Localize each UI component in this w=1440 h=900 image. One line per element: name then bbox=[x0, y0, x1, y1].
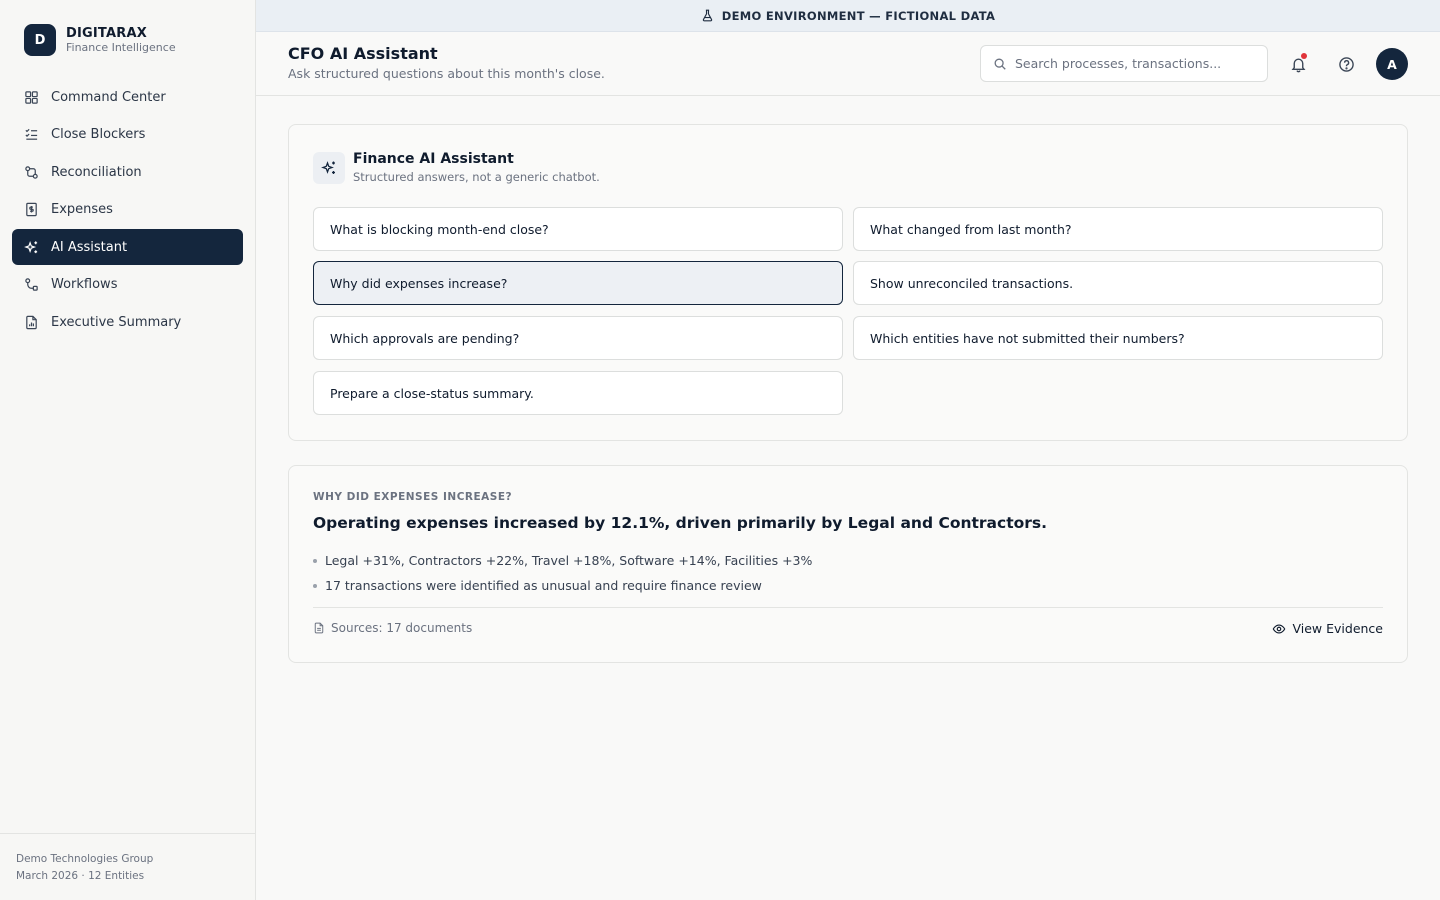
grid-icon bbox=[24, 90, 39, 105]
sidebar-item-label: AI Assistant bbox=[51, 239, 128, 255]
report-icon bbox=[24, 315, 39, 330]
question-button[interactable]: What is blocking month-end close? bbox=[313, 207, 843, 251]
sources-label: Sources: 17 documents bbox=[331, 621, 473, 635]
question-button[interactable]: Which approvals are pending? bbox=[313, 316, 843, 360]
page-title: CFO AI Assistant bbox=[288, 44, 438, 63]
brand-logo: D bbox=[24, 24, 56, 56]
eye-icon bbox=[1273, 623, 1286, 634]
reconcile-icon bbox=[24, 165, 39, 180]
sparkles-icon bbox=[313, 152, 345, 184]
sidebar-item-label: Expenses bbox=[51, 202, 113, 218]
sidebar-item-workflows[interactable]: Workflows bbox=[12, 267, 243, 303]
question-button[interactable]: Show unreconciled transactions. bbox=[853, 261, 1383, 305]
sidebar-nav: Command Center Close Blockers Reconcilia… bbox=[12, 79, 243, 342]
search-icon bbox=[994, 58, 1006, 70]
banner-text: DEMO ENVIRONMENT — FICTIONAL DATA bbox=[721, 8, 996, 23]
assistant-title: Finance AI Assistant bbox=[353, 151, 514, 167]
sidebar-item-label: Reconciliation bbox=[51, 164, 142, 180]
question-button[interactable]: Which entities have not submitted their … bbox=[853, 316, 1383, 360]
bullet-dot bbox=[313, 558, 317, 563]
assistant-subtitle: Structured answers, not a generic chatbo… bbox=[353, 170, 600, 184]
assistant-card: Finance AI Assistant Structured answers,… bbox=[288, 124, 1408, 441]
brand-subtitle: Finance Intelligence bbox=[66, 41, 176, 54]
sparkles-icon bbox=[24, 240, 39, 255]
answer-bullet-text: 17 transactions were identified as unusu… bbox=[325, 578, 762, 593]
answer-bullet: 17 transactions were identified as unusu… bbox=[313, 573, 812, 598]
answer-question-label: WHY DID EXPENSES INCREASE? bbox=[313, 491, 513, 503]
notification-dot bbox=[1301, 53, 1307, 59]
workflow-icon bbox=[24, 277, 39, 292]
sidebar: D DIGITARAX Finance Intelligence Command… bbox=[0, 0, 256, 900]
sidebar-footer: Demo Technologies Group March 2026 · 12 … bbox=[0, 833, 255, 900]
receipt-icon bbox=[24, 202, 39, 217]
company-name: Demo Technologies Group bbox=[16, 853, 154, 865]
sidebar-item-executive-summary[interactable]: Executive Summary bbox=[12, 305, 243, 341]
sidebar-item-reconciliation[interactable]: Reconciliation bbox=[12, 154, 243, 190]
bullet-dot bbox=[313, 583, 317, 588]
view-evidence-button[interactable]: View Evidence bbox=[1272, 621, 1383, 636]
checklist-icon bbox=[24, 127, 39, 142]
sidebar-item-expenses[interactable]: Expenses bbox=[12, 192, 243, 228]
sidebar-item-ai-assistant[interactable]: AI Assistant bbox=[12, 229, 243, 266]
answer-bullets: Legal +31%, Contractors +22%, Travel +18… bbox=[313, 548, 812, 598]
answer-bullet: Legal +31%, Contractors +22%, Travel +18… bbox=[313, 548, 812, 573]
page-header: CFO AI Assistant Ask structured question… bbox=[256, 32, 1440, 96]
sidebar-item-close-blockers[interactable]: Close Blockers bbox=[12, 117, 243, 153]
help-icon bbox=[1338, 56, 1354, 72]
sidebar-item-label: Close Blockers bbox=[51, 127, 146, 143]
demo-banner: DEMO ENVIRONMENT — FICTIONAL DATA bbox=[256, 0, 1440, 32]
brand-name: DIGITARAX bbox=[66, 26, 147, 41]
notifications-button[interactable] bbox=[1282, 48, 1314, 80]
page-subtitle: Ask structured questions about this mont… bbox=[288, 66, 605, 81]
sources: Sources: 17 documents bbox=[313, 621, 472, 635]
assistant-card-header: Finance AI Assistant Structured answers,… bbox=[313, 151, 600, 186]
answer-headline: Operating expenses increased by 12.1%, d… bbox=[313, 514, 1048, 532]
view-evidence-label: View Evidence bbox=[1292, 621, 1383, 636]
flask-icon bbox=[702, 9, 712, 22]
period-label: March 2026 · 12 Entities bbox=[16, 870, 145, 882]
sidebar-item-label: Workflows bbox=[51, 277, 118, 293]
answer-bullet-text: Legal +31%, Contractors +22%, Travel +18… bbox=[325, 553, 813, 568]
search-box[interactable] bbox=[980, 45, 1268, 82]
document-icon bbox=[314, 622, 324, 634]
answer-card: WHY DID EXPENSES INCREASE? Operating exp… bbox=[288, 465, 1408, 663]
search-input[interactable] bbox=[1015, 56, 1255, 71]
question-button-selected[interactable]: Why did expenses increase? bbox=[313, 261, 843, 305]
question-button[interactable]: Prepare a close-status summary. bbox=[313, 371, 843, 415]
sidebar-item-label: Command Center bbox=[51, 89, 166, 105]
brand[interactable]: D DIGITARAX Finance Intelligence bbox=[24, 24, 176, 56]
sidebar-item-command-center[interactable]: Command Center bbox=[12, 79, 243, 115]
divider bbox=[313, 607, 1383, 608]
help-button[interactable] bbox=[1330, 48, 1362, 80]
avatar[interactable]: A bbox=[1376, 48, 1408, 80]
sidebar-item-label: Executive Summary bbox=[51, 315, 182, 331]
question-button[interactable]: What changed from last month? bbox=[853, 207, 1383, 251]
